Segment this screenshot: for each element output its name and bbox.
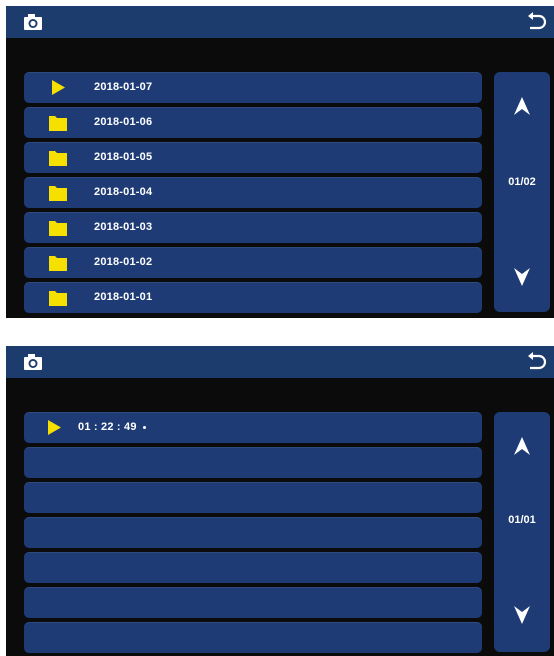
file-list: 01 : 22 : 49 bbox=[24, 412, 482, 656]
page-navigator: 01/02 bbox=[494, 72, 550, 312]
page-indicator: 01/02 bbox=[508, 176, 536, 188]
folder-list: 2018-01-07 2018-01-06 2018-01-05 2018-01… bbox=[24, 72, 482, 317]
list-item[interactable] bbox=[24, 622, 482, 653]
folder-icon bbox=[49, 186, 67, 201]
top-bar bbox=[6, 346, 554, 378]
down-arrow-icon bbox=[514, 268, 530, 286]
list-item[interactable]: 2018-01-03 bbox=[24, 212, 482, 243]
page-indicator: 01/01 bbox=[508, 514, 536, 526]
play-icon bbox=[48, 420, 61, 435]
page-up-button[interactable] bbox=[494, 434, 550, 464]
recording-dot bbox=[143, 426, 146, 429]
list-item-label: 2018-01-07 bbox=[94, 81, 153, 93]
list-item[interactable]: 2018-01-07 bbox=[24, 72, 482, 103]
list-item[interactable]: 2018-01-05 bbox=[24, 142, 482, 173]
folder-icon bbox=[49, 116, 67, 131]
back-arrow-icon[interactable] bbox=[526, 351, 548, 373]
page-down-button[interactable] bbox=[494, 603, 550, 633]
top-bar bbox=[6, 6, 554, 38]
list-item-label: 01 : 22 : 49 bbox=[78, 421, 137, 433]
list-item-label: 2018-01-06 bbox=[94, 116, 153, 128]
list-item[interactable] bbox=[24, 552, 482, 583]
folder-browser-screen: 2018-01-07 2018-01-06 2018-01-05 2018-01… bbox=[6, 6, 554, 318]
folder-icon bbox=[49, 291, 67, 306]
list-item[interactable] bbox=[24, 517, 482, 548]
page-down-button[interactable] bbox=[494, 265, 550, 295]
folder-icon bbox=[49, 256, 67, 271]
down-arrow-icon bbox=[514, 606, 530, 624]
file-browser-screen: 01 : 22 : 49 01/01 bbox=[6, 346, 554, 656]
list-item-label: 2018-01-03 bbox=[94, 221, 153, 233]
list-item[interactable] bbox=[24, 447, 482, 478]
up-arrow-icon bbox=[514, 97, 530, 115]
folder-icon bbox=[49, 221, 67, 236]
camera-icon[interactable] bbox=[22, 11, 44, 33]
list-item-label: 2018-01-04 bbox=[94, 186, 153, 198]
list-item[interactable]: 2018-01-02 bbox=[24, 247, 482, 278]
list-item[interactable] bbox=[24, 587, 482, 618]
play-icon bbox=[52, 80, 65, 95]
page-up-button[interactable] bbox=[494, 94, 550, 124]
back-arrow-icon[interactable] bbox=[526, 11, 548, 33]
list-item[interactable]: 2018-01-06 bbox=[24, 107, 482, 138]
folder-icon bbox=[49, 151, 67, 166]
list-item-label: 2018-01-02 bbox=[94, 256, 153, 268]
list-item[interactable] bbox=[24, 482, 482, 513]
up-arrow-icon bbox=[514, 437, 530, 455]
list-item-label: 2018-01-05 bbox=[94, 151, 153, 163]
page-navigator: 01/01 bbox=[494, 412, 550, 652]
list-item[interactable]: 2018-01-01 bbox=[24, 282, 482, 313]
list-item[interactable]: 01 : 22 : 49 bbox=[24, 412, 482, 443]
list-item[interactable]: 2018-01-04 bbox=[24, 177, 482, 208]
list-item-label: 2018-01-01 bbox=[94, 291, 153, 303]
camera-icon[interactable] bbox=[22, 351, 44, 373]
